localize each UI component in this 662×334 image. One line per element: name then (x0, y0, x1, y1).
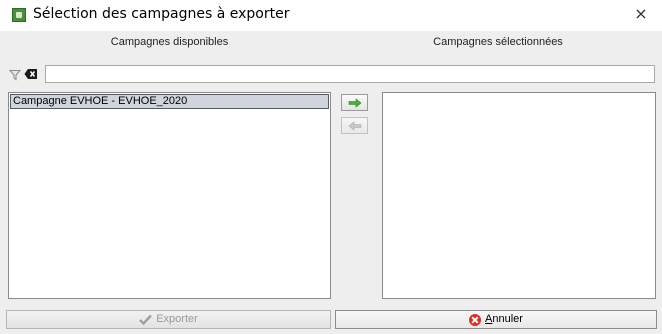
export-button[interactable]: Exporter (6, 310, 331, 329)
arrow-right-icon (348, 98, 362, 108)
app-icon (12, 8, 26, 22)
export-label: Exporter (156, 313, 198, 325)
available-campaigns-list[interactable]: Campagne EVHOE - EVHOE_2020 (8, 92, 331, 299)
window-title: Sélection des campagnes à exporter (33, 6, 290, 22)
cancel-icon (469, 313, 482, 326)
list-item[interactable]: Campagne EVHOE - EVHOE_2020 (10, 94, 329, 109)
add-to-selection-button[interactable] (341, 94, 368, 111)
filter-icon[interactable] (8, 68, 22, 81)
selected-header: Campagnes sélectionnées (433, 36, 563, 48)
cancel-button-content: Annuler (469, 311, 523, 328)
export-button-content: Exporter (139, 311, 198, 328)
cancel-label: Annuler (485, 311, 523, 328)
clear-filter-icon[interactable] (24, 67, 38, 79)
available-header: Campagnes disponibles (110, 36, 229, 48)
cancel-button[interactable]: Annuler (335, 310, 657, 329)
checkmark-icon (139, 314, 153, 325)
remove-from-selection-button[interactable] (341, 117, 368, 134)
cancel-label-rest: nnuler (492, 313, 523, 325)
arrow-left-icon (348, 121, 362, 131)
dialog-client: Campagnes disponibles Campagnes sélectio… (0, 31, 662, 334)
selected-campaigns-list[interactable] (382, 92, 656, 299)
close-button[interactable]: × (632, 5, 650, 23)
filter-input[interactable] (45, 65, 655, 83)
title-bar: Sélection des campagnes à exporter × (0, 0, 662, 31)
